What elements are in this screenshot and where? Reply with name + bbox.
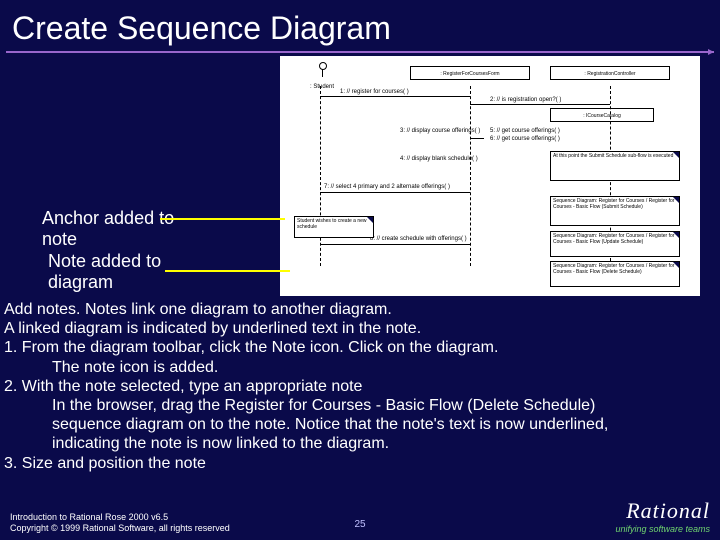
body-line: Add notes. Notes link one diagram to ano…	[4, 300, 716, 319]
brand-logo: Rational unifying software teams	[615, 498, 710, 534]
note-box: Sequence Diagram: Register for Courses /…	[550, 261, 680, 287]
message-line	[320, 96, 470, 97]
message-label: 3: // display course offerings( )	[400, 128, 480, 134]
message-label: 4: // display blank schedule( )	[400, 156, 478, 162]
message-line	[470, 138, 484, 139]
body-line: The note icon is added.	[4, 358, 716, 377]
sequence-diagram-thumbnail: : Student : RegisterForCoursesForm : Reg…	[280, 56, 700, 296]
message-line	[470, 104, 610, 105]
body-line: indicating the note is now linked to the…	[4, 434, 716, 453]
actor: : Student	[302, 62, 342, 96]
body-line: 3. Size and position the note	[4, 454, 716, 473]
anchor-label-1: Anchor added to note	[42, 208, 182, 249]
body-line: sequence diagram on to the note. Notice …	[4, 415, 716, 434]
title-underline	[6, 51, 714, 53]
message-line	[320, 192, 470, 193]
lifeline-box-3: : ICourseCatalog	[550, 108, 654, 122]
page-number: 25	[354, 519, 365, 530]
footer-line: Copyright © 1999 Rational Software, all …	[10, 523, 230, 534]
brand-tagline: unifying software teams	[615, 524, 710, 534]
message-label: 7: // select 4 primary and 2 alternate o…	[324, 184, 450, 190]
anchor-label-2: Note added to diagram	[42, 251, 182, 292]
anchor-labels: Anchor added to note Note added to diagr…	[42, 208, 182, 293]
footer-credits: Introduction to Rational Rose 2000 v6.5 …	[10, 512, 230, 534]
message-label: 5: // get course offerings( )	[490, 128, 560, 134]
message-label: 2: // is registration open?( )	[490, 97, 561, 103]
message-label: 6: // get course offerings( )	[490, 136, 560, 142]
message-label: 8: // create schedule with offerings( )	[370, 236, 467, 242]
note-box: Sequence Diagram: Register for Courses /…	[550, 231, 680, 257]
lifeline-box-1: : RegisterForCoursesForm	[410, 66, 530, 80]
brand-name: Rational	[615, 498, 710, 524]
actor-icon	[315, 62, 329, 82]
message-line	[320, 244, 470, 245]
page-title: Create Sequence Diagram	[0, 0, 720, 51]
body-line: In the browser, drag the Register for Co…	[4, 396, 716, 415]
callout-line	[160, 218, 285, 220]
note-box: Sequence Diagram: Register for Courses /…	[550, 196, 680, 226]
body-line: 1. From the diagram toolbar, click the N…	[4, 338, 716, 357]
callout-line	[165, 270, 290, 272]
lifeline-dash	[470, 86, 471, 266]
body-line: 2. With the note selected, type an appro…	[4, 377, 716, 396]
actor-label: : Student	[310, 84, 334, 90]
note-box: Student wishes to create a new schedule	[294, 216, 374, 238]
footer-line: Introduction to Rational Rose 2000 v6.5	[10, 512, 230, 523]
body-text: Add notes. Notes link one diagram to ano…	[4, 300, 716, 473]
lifeline-box-2: : RegistrationController	[550, 66, 670, 80]
lifeline-dash	[320, 86, 321, 266]
note-box: At this point the Submit Schedule sub-fl…	[550, 151, 680, 181]
body-line: A linked diagram is indicated by underli…	[4, 319, 716, 338]
message-label: 1: // register for courses( )	[340, 89, 409, 95]
